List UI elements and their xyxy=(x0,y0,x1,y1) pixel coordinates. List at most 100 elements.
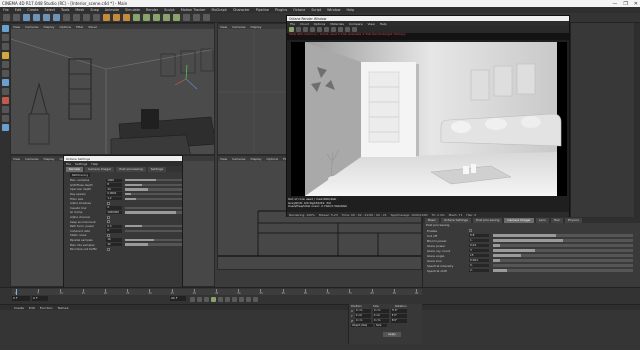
scale-icon[interactable] xyxy=(43,14,50,21)
menu-pipeline[interactable]: Pipeline xyxy=(256,8,269,12)
render-image[interactable] xyxy=(291,42,567,196)
right-viewport-menu-cameras[interactable]: Cameras xyxy=(25,157,38,161)
menu-character[interactable]: Character xyxy=(233,8,250,12)
timeline-ruler[interactable]: 051015202530354045505560657075808590 xyxy=(12,289,422,295)
right-viewport-menu-view[interactable]: View xyxy=(13,157,20,161)
range-end-field[interactable]: 90 F xyxy=(170,296,186,301)
attr-tab-octane-settings[interactable]: Octane Settings xyxy=(440,217,471,223)
kernel-setting-value[interactable]: 1000000 xyxy=(106,210,123,215)
viewport-menu-filter[interactable]: Filter xyxy=(76,25,83,29)
menu-window[interactable]: Window xyxy=(327,8,340,12)
coord-pos-field[interactable]: 0 cm xyxy=(354,314,371,318)
render-menu-help[interactable]: Help xyxy=(380,22,387,26)
attribute-value[interactable]: 3 xyxy=(469,248,489,253)
coord-rot-field[interactable]: B 0° xyxy=(390,318,407,323)
kernel-setting-slider[interactable] xyxy=(125,197,182,200)
menu-sculpt[interactable]: Sculpt xyxy=(164,8,175,12)
points-mode-icon[interactable] xyxy=(1,61,9,68)
close-icon[interactable]: ✕ xyxy=(634,1,638,7)
pen-icon[interactable] xyxy=(143,14,150,21)
attribute-value[interactable]: 1. xyxy=(469,238,489,243)
playhead[interactable] xyxy=(16,289,17,295)
kernel-setting-value[interactable]: 24 xyxy=(106,187,123,192)
move-icon[interactable] xyxy=(33,14,40,21)
array-icon[interactable] xyxy=(163,14,170,21)
front-viewport-menu-options[interactable]: Options xyxy=(267,157,279,161)
render-settings-icon[interactable] xyxy=(123,14,130,21)
y-axis-icon[interactable] xyxy=(73,14,80,21)
kernel-setting-slider[interactable] xyxy=(125,183,182,187)
menu-snap[interactable]: Snap xyxy=(90,8,99,12)
z-axis-icon[interactable] xyxy=(83,14,90,21)
attribute-checkbox[interactable] xyxy=(469,229,472,232)
kernel-setting-value[interactable]: 0. xyxy=(106,229,123,233)
render-menu-options[interactable]: Options xyxy=(314,22,326,26)
material-menu-texture[interactable]: Texture xyxy=(58,306,69,310)
perspective-viewport[interactable]: View Cameras Display Options Filter Pane… xyxy=(10,23,215,155)
camera-icon[interactable] xyxy=(193,14,200,21)
tab-camera-imager[interactable]: Camera Imager xyxy=(85,166,115,172)
coord-size-mode-select[interactable]: Size xyxy=(375,323,387,328)
kernel-setting-value[interactable]: 32 xyxy=(106,242,123,247)
polygons-mode-icon[interactable] xyxy=(1,79,9,86)
viewport-menu-view[interactable]: View xyxy=(13,25,20,29)
attribute-value[interactable]: 2. xyxy=(469,268,489,273)
attribute-value[interactable]: 15 xyxy=(469,253,489,258)
attr-tab-basic[interactable]: Basic xyxy=(425,217,439,223)
tab-post-processing[interactable]: Post processing xyxy=(116,166,146,172)
render-view-icon[interactable] xyxy=(103,14,110,21)
current-frame-field[interactable]: 0 F xyxy=(12,296,30,301)
coord-system-icon[interactable] xyxy=(93,14,100,21)
attribute-value[interactable]: 0.001 xyxy=(469,258,489,263)
attr-tab-post-processing[interactable]: Post processing xyxy=(472,217,503,223)
attribute-slider[interactable] xyxy=(493,264,633,267)
undo-icon[interactable] xyxy=(3,14,10,21)
apply-button[interactable]: Apply xyxy=(383,332,401,337)
autokey-icon[interactable] xyxy=(246,297,251,302)
keyframe-selection-icon[interactable] xyxy=(253,297,258,302)
menu-mesh[interactable]: Mesh xyxy=(75,8,84,12)
range-start-field[interactable]: 0 F xyxy=(32,296,48,301)
render-menu-cloud[interactable]: Cloud xyxy=(300,22,309,26)
material-menu-function[interactable]: Function xyxy=(40,306,53,310)
top-viewport-menu-display[interactable]: Display xyxy=(250,25,261,29)
coord-rot-field[interactable]: H 0° xyxy=(390,309,407,313)
next-key-icon[interactable] xyxy=(225,297,230,302)
menu-script[interactable]: Script xyxy=(311,8,321,12)
kernel-setting-checkbox[interactable] xyxy=(107,220,110,224)
menu-simulate[interactable]: Simulate xyxy=(125,8,140,12)
menu-mograph[interactable]: MoGraph xyxy=(212,8,227,12)
kernel-setting-slider[interactable] xyxy=(125,179,182,182)
tab-settings[interactable]: Settings xyxy=(147,166,167,172)
minimize-icon[interactable]: — xyxy=(612,1,617,7)
coord-size-field[interactable]: 0 cm xyxy=(372,309,389,313)
kernel-setting-slider[interactable] xyxy=(125,211,182,214)
attr-tab-lens[interactable]: Lens xyxy=(535,217,549,223)
next-frame-icon[interactable] xyxy=(218,297,223,302)
menu-create[interactable]: Create xyxy=(27,8,38,12)
attribute-slider[interactable] xyxy=(493,234,633,237)
rotate-icon[interactable] xyxy=(53,14,60,21)
viewport-menu-display[interactable]: Display xyxy=(43,25,54,29)
viewport-menu-cameras[interactable]: Cameras xyxy=(25,25,38,29)
subdivision-icon[interactable] xyxy=(153,14,160,21)
menu-animate[interactable]: Animate xyxy=(105,8,119,12)
kernel-setting-slider[interactable] xyxy=(125,238,182,242)
render-picture-viewer-icon[interactable] xyxy=(113,14,120,21)
edges-mode-icon[interactable] xyxy=(1,70,9,77)
top-viewport-menu-view[interactable]: View xyxy=(220,25,227,29)
attr-tab-camera-imager[interactable]: Camera Imager xyxy=(504,217,534,223)
kernel-setting-value[interactable]: 16 xyxy=(106,238,123,242)
front-viewport-menu-display[interactable]: Display xyxy=(250,157,261,161)
top-viewport-menu-cameras[interactable]: Cameras xyxy=(232,25,245,29)
maximize-icon[interactable]: ❐ xyxy=(623,1,627,7)
top-viewport[interactable]: View Cameras Display xyxy=(217,23,292,155)
axis-mode-icon[interactable] xyxy=(1,88,9,95)
viewport-menu-panel[interactable]: Panel xyxy=(89,25,97,29)
solo-icon[interactable] xyxy=(1,124,9,131)
play-icon[interactable] xyxy=(211,297,216,302)
front-viewport-menu-view[interactable]: View xyxy=(220,157,227,161)
render-menu-view[interactable]: View xyxy=(368,22,375,26)
deformer-icon[interactable] xyxy=(173,14,180,21)
menu-motion-tracker[interactable]: Motion Tracker xyxy=(181,8,206,12)
